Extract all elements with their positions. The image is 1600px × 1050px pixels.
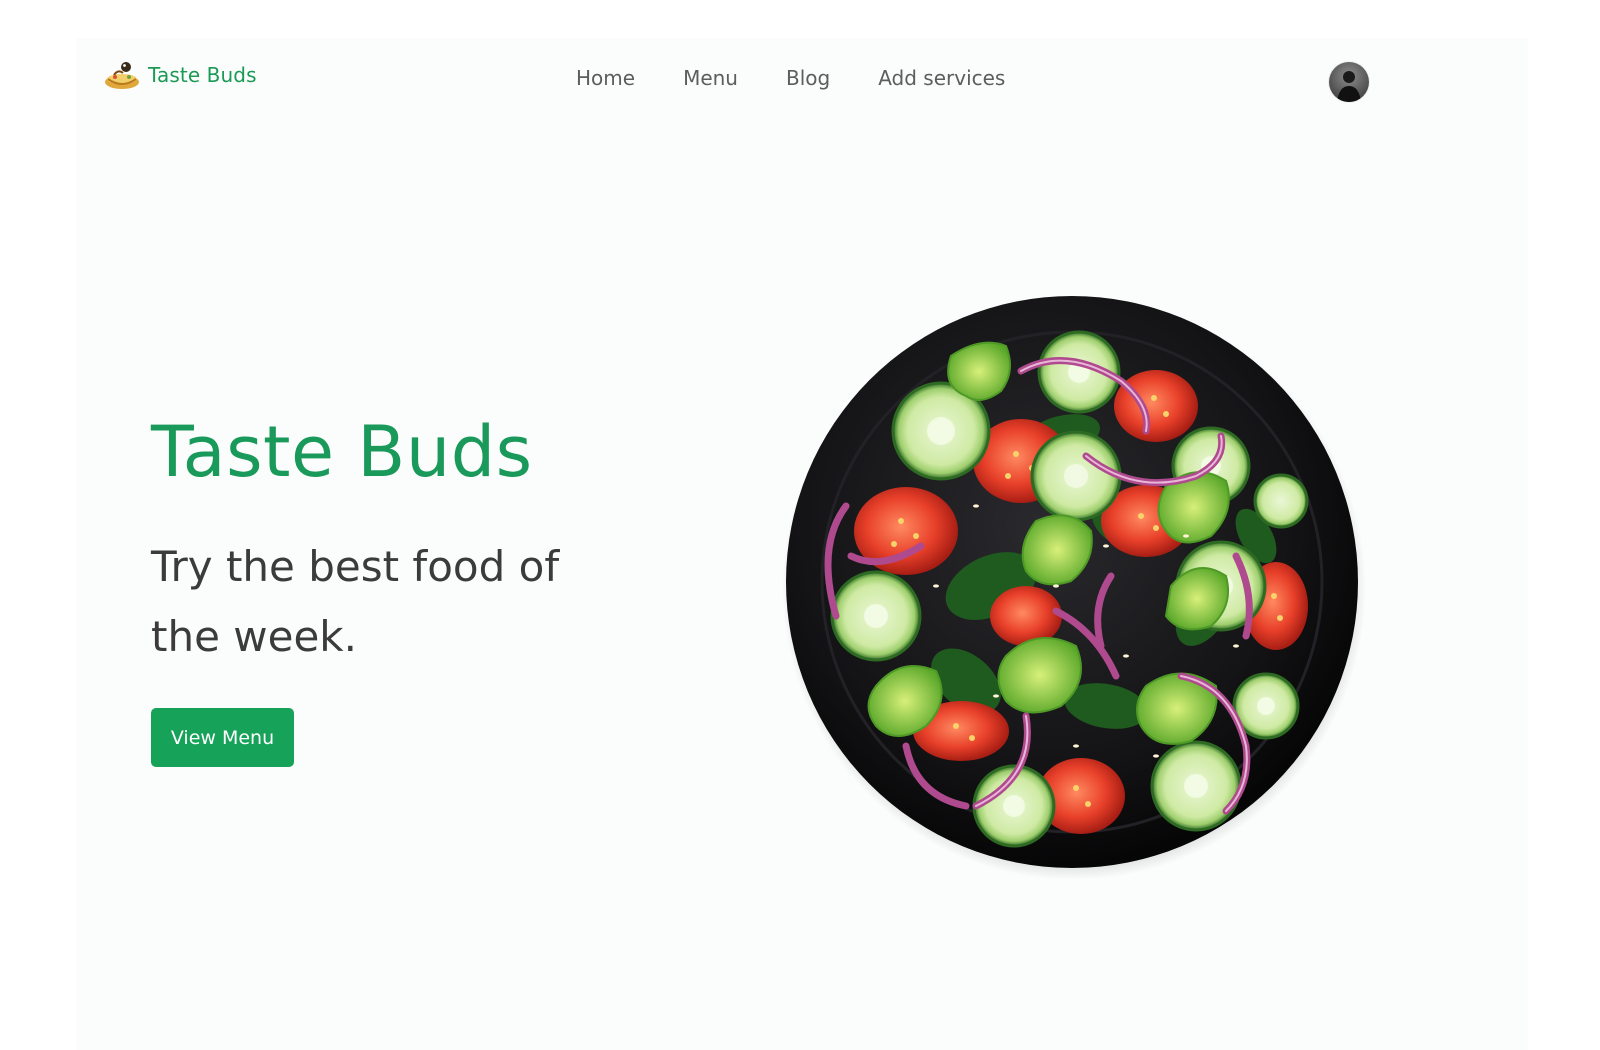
hero-subtitle: Try the best food of the week. <box>151 542 560 661</box>
nav-link-add-services[interactable]: Add services <box>878 66 1005 90</box>
view-menu-button[interactable]: View Menu <box>151 708 294 767</box>
salad-plate-image <box>776 286 1368 878</box>
user-avatar[interactable] <box>1329 62 1369 102</box>
nav-link-home[interactable]: Home <box>576 66 635 90</box>
hero-title: Taste Buds <box>151 411 533 493</box>
brand-link[interactable]: Taste Buds <box>102 58 257 92</box>
nav-menu: Home Menu Blog Add services <box>576 66 1005 90</box>
nav-link-blog[interactable]: Blog <box>786 66 830 90</box>
landing-page: Taste Buds Home Menu Blog Add services T… <box>76 38 1528 1050</box>
nav-link-menu[interactable]: Menu <box>683 66 738 90</box>
food-bowl-logo-icon <box>102 58 142 92</box>
brand-name: Taste Buds <box>148 63 257 87</box>
top-navbar: Taste Buds Home Menu Blog Add services <box>76 38 1528 122</box>
